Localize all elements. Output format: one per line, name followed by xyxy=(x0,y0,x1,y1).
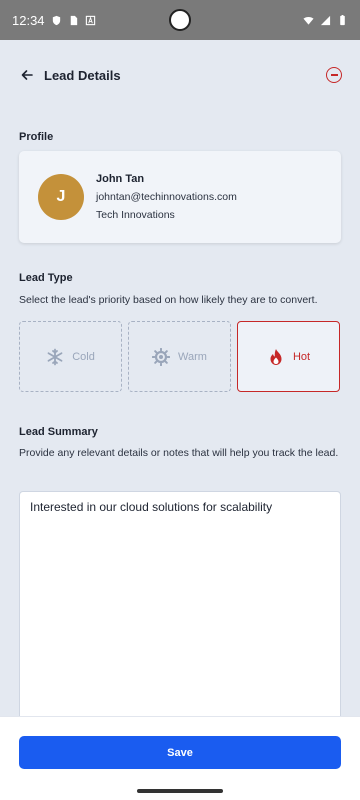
back-button[interactable] xyxy=(18,66,36,84)
header: Lead Details xyxy=(0,40,360,110)
lead-option-hot[interactable]: Hot xyxy=(237,321,340,392)
minus-icon xyxy=(330,74,338,76)
status-left: 12:34 xyxy=(12,13,96,28)
lead-summary-description: Provide any relevant details or notes th… xyxy=(19,447,339,459)
lead-type-options: Cold Warm Hot xyxy=(19,321,341,392)
lead-option-warm[interactable]: Warm xyxy=(128,321,231,392)
profile-name: John Tan xyxy=(96,173,145,185)
profile-card: J John Tan johntan@techinnovations.com T… xyxy=(19,151,341,243)
remove-lead-button[interactable] xyxy=(326,67,342,83)
sun-icon xyxy=(152,347,171,366)
wifi-icon xyxy=(303,16,314,25)
save-button[interactable]: Save xyxy=(19,736,341,769)
file-icon xyxy=(70,15,77,25)
footer: Save xyxy=(0,716,360,800)
status-bar: 12:34 xyxy=(0,0,360,40)
font-icon xyxy=(85,15,95,25)
page-title: Lead Details xyxy=(44,67,121,83)
battery-icon xyxy=(340,14,345,25)
home-indicator xyxy=(137,789,223,793)
profile-company: Tech Innovations xyxy=(96,209,175,221)
status-right xyxy=(303,14,348,26)
arrow-left-icon xyxy=(21,70,33,80)
camera-cutout xyxy=(169,9,191,31)
profile-email: johntan@techinnovations.com xyxy=(96,191,237,203)
snowflake-icon xyxy=(46,348,64,366)
signal-icon xyxy=(320,15,331,25)
lead-summary-input[interactable]: Interested in our cloud solutions for sc… xyxy=(19,491,341,731)
lead-option-label: Cold xyxy=(72,350,95,363)
lead-type-section-label: Lead Type xyxy=(19,272,73,284)
lead-option-cold[interactable]: Cold xyxy=(19,321,122,392)
profile-section-label: Profile xyxy=(19,131,54,143)
lead-option-label: Warm xyxy=(178,350,207,363)
avatar: J xyxy=(38,174,84,220)
lead-option-label: Hot xyxy=(292,350,311,363)
lead-summary-section-label: Lead Summary xyxy=(19,426,98,438)
fire-icon xyxy=(267,348,285,366)
profile-info: John Tan johntan@techinnovations.com Tec… xyxy=(96,173,237,221)
shield-icon xyxy=(52,15,60,25)
lead-type-description: Select the lead's priority based on how … xyxy=(19,294,318,306)
status-time: 12:34 xyxy=(12,12,45,28)
